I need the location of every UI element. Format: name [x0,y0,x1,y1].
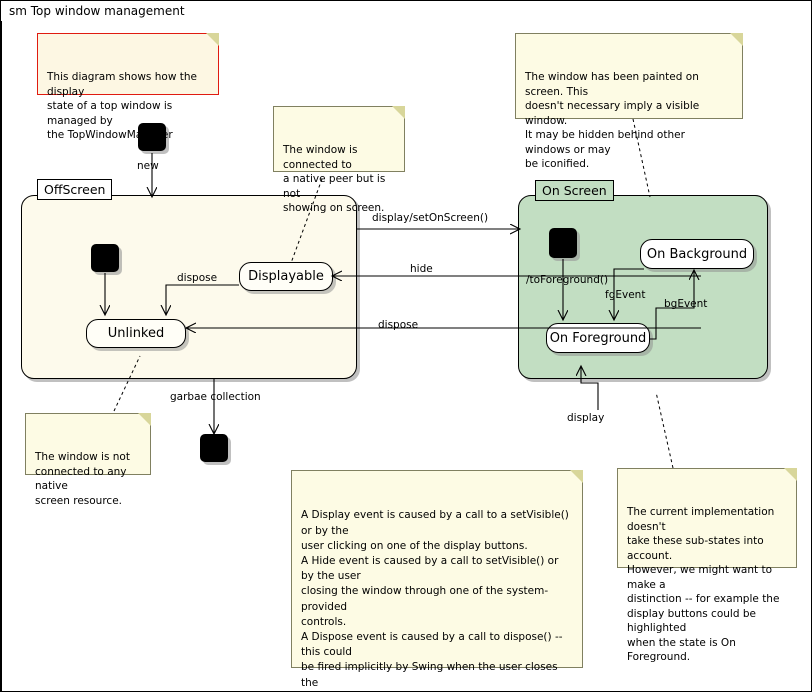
state-displayable-label: Displayable [248,269,324,284]
state-displayable[interactable]: Displayable [239,262,333,291]
transition-label-dispose-outer-text: dispose [378,319,419,331]
note-unlinked-text: The window is not connected to any nativ… [35,451,130,507]
transition-label-dispose-outer: dispose [378,319,418,331]
transition-label-bg-event: bgEvent [664,298,707,310]
note-intro: This diagram shows how the display state… [37,33,219,141]
transition-label-dispose-inner: dispose [177,272,217,284]
initial-pseudostate-onscreen [549,228,577,258]
note-displayable-text: The window is connected to a native peer… [283,144,386,214]
transition-label-new-text: new [137,160,159,172]
composite-state-onscreen-label-tab: On Screen [535,180,614,201]
note-fold-icon [784,468,797,481]
note-onscreen: The window has been painted on screen. T… [515,33,743,170]
transition-label-bg-event-text: bgEvent [664,298,708,310]
note-substates: The current implementation doesn't take … [617,468,797,663]
note-events: A Display event is caused by a call to a… [291,470,583,689]
transition-label-dispose-inner-text: dispose [177,272,218,284]
note-fold-icon [730,33,743,46]
transition-label-display-set-on-screen-text: display/setOnScreen() [372,212,489,224]
state-on-background-label: On Background [646,246,748,262]
diagram-canvas: sm Top window management This diagram sh… [0,0,812,692]
note-substates-text: The current implementation doesn't take … [627,506,780,663]
note-intro-text: This diagram shows how the display state… [47,71,197,141]
state-on-background[interactable]: On Background [640,239,754,269]
note-fold-icon [570,470,583,483]
transition-label-garbage-collection-text: garbae collection [170,391,261,403]
note-events-text: A Display event is caused by a call to a… [301,509,569,689]
note-fold-icon [392,106,405,119]
frame-title: sm Top window management [1,1,211,21]
note-unlinked: The window is not connected to any nativ… [25,413,151,507]
note-fold-icon [206,33,219,46]
composite-state-onscreen-label: On Screen [542,183,607,198]
transition-label-display-text: display [567,412,605,424]
state-on-foreground[interactable]: On Foreground [546,323,650,353]
composite-state-offscreen-label: OffScreen [44,182,106,197]
note-onscreen-text: The window has been painted on screen. T… [525,71,700,170]
initial-pseudostate-offscreen [91,244,119,272]
transition-label-display: display [567,412,604,424]
transition-label-to-foreground-text: /toForeground() [526,274,609,286]
final-state-garbage-collected [200,434,228,462]
transition-label-fg-event: fgEvent [605,289,645,301]
note-fold-icon [138,413,151,426]
transition-label-hide: hide [410,263,433,275]
transition-label-display-set-on-screen: display/setOnScreen() [372,212,488,224]
transition-label-fg-event-text: fgEvent [605,289,646,301]
composite-state-offscreen-label-tab: OffScreen [37,179,113,200]
transition-label-to-foreground: /toForeground() [526,274,608,286]
note-displayable: The window is connected to a native peer… [273,106,405,214]
transition-label-hide-text: hide [410,263,433,275]
state-unlinked[interactable]: Unlinked [86,319,186,348]
transition-label-new: new [137,160,159,172]
state-on-foreground-label: On Foreground [549,330,647,346]
transition-label-garbage-collection: garbae collection [170,391,261,403]
state-unlinked-label: Unlinked [107,326,165,341]
